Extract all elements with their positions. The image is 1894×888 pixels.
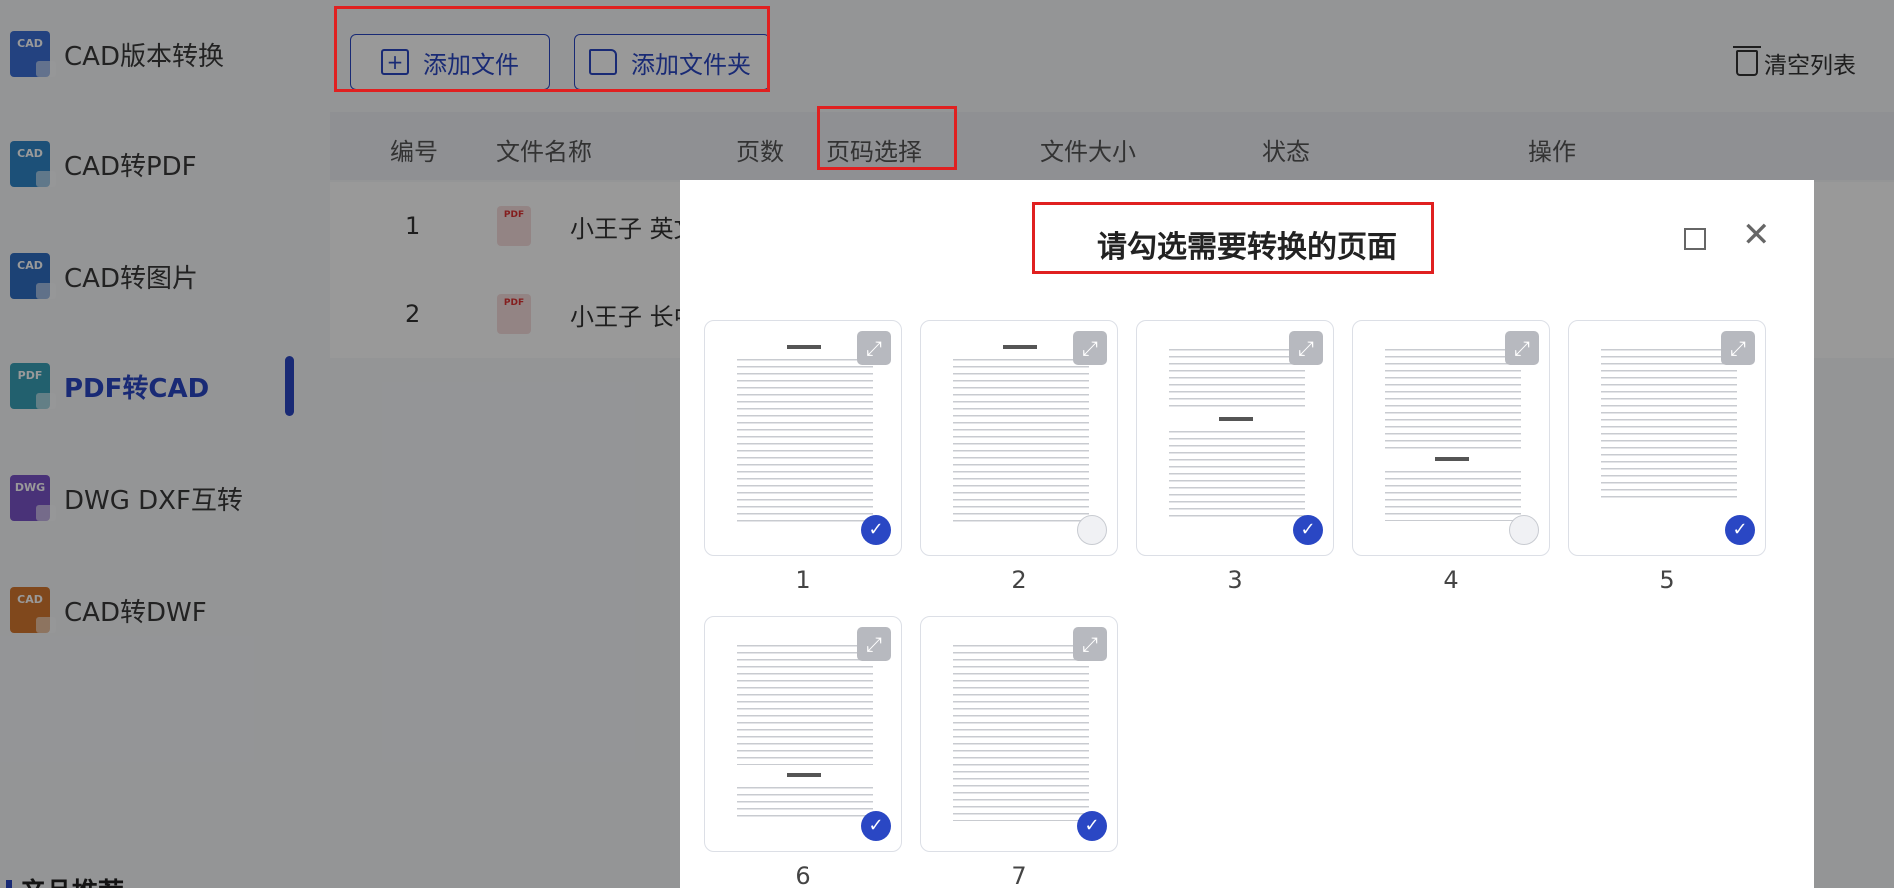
page-checkbox[interactable]: ✓	[861, 515, 891, 545]
page-heading-line	[787, 345, 821, 349]
page-text-preview	[737, 787, 873, 821]
page-checkbox[interactable]: ✓	[1293, 515, 1323, 545]
close-icon[interactable]: ✕	[1742, 218, 1771, 252]
expand-icon[interactable]: ⤢	[1505, 331, 1539, 365]
page-thumbnail[interactable]: ⤢ ✓	[704, 616, 902, 852]
page-number-label: 5	[1659, 566, 1675, 594]
expand-icon[interactable]: ⤢	[1289, 331, 1323, 365]
page-text-preview	[737, 359, 873, 523]
page-heading-line	[1435, 457, 1469, 461]
page-text-preview	[953, 359, 1089, 523]
page-text-preview	[1169, 349, 1305, 409]
page-select-dialog: 请勾选需要转换的页面 ✕ ⤢ ✓ 1 ⤢ ✓ 2 ⤢ ✓ 3 ⤢ ✓ 4 ⤢ ✓…	[680, 180, 1814, 888]
page-number-label: 4	[1443, 566, 1459, 594]
page-heading-line	[1003, 345, 1037, 349]
expand-icon[interactable]: ⤢	[857, 627, 891, 661]
expand-icon[interactable]: ⤢	[1073, 627, 1107, 661]
page-text-preview	[953, 645, 1089, 821]
expand-icon[interactable]: ⤢	[1721, 331, 1755, 365]
page-thumbnail[interactable]: ⤢ ✓	[1352, 320, 1550, 556]
page-text-preview	[1169, 431, 1305, 521]
dialog-title: 请勾选需要转换的页面	[1097, 230, 1397, 265]
expand-icon[interactable]: ⤢	[857, 331, 891, 365]
maximize-icon[interactable]	[1684, 228, 1706, 250]
page-number-label: 7	[1011, 862, 1027, 888]
page-heading-line	[1219, 417, 1253, 421]
page-thumbnail[interactable]: ⤢ ✓	[1136, 320, 1334, 556]
page-number-label: 2	[1011, 566, 1027, 594]
page-heading-line	[787, 773, 821, 777]
page-checkbox[interactable]: ✓	[861, 811, 891, 841]
page-thumbnail[interactable]: ⤢ ✓	[704, 320, 902, 556]
page-thumbnail[interactable]: ⤢ ✓	[920, 616, 1118, 852]
page-checkbox[interactable]: ✓	[1725, 515, 1755, 545]
page-number-label: 6	[795, 862, 811, 888]
page-checkbox[interactable]: ✓	[1077, 811, 1107, 841]
page-checkbox[interactable]: ✓	[1509, 515, 1539, 545]
page-text-preview	[1601, 349, 1737, 499]
page-text-preview	[737, 645, 873, 765]
page-number-label: 3	[1227, 566, 1243, 594]
page-text-preview	[1385, 349, 1521, 449]
page-checkbox[interactable]: ✓	[1077, 515, 1107, 545]
page-thumbnail[interactable]: ⤢ ✓	[1568, 320, 1766, 556]
page-thumbnail[interactable]: ⤢ ✓	[920, 320, 1118, 556]
expand-icon[interactable]: ⤢	[1073, 331, 1107, 365]
page-number-label: 1	[795, 566, 811, 594]
page-text-preview	[1385, 471, 1521, 521]
